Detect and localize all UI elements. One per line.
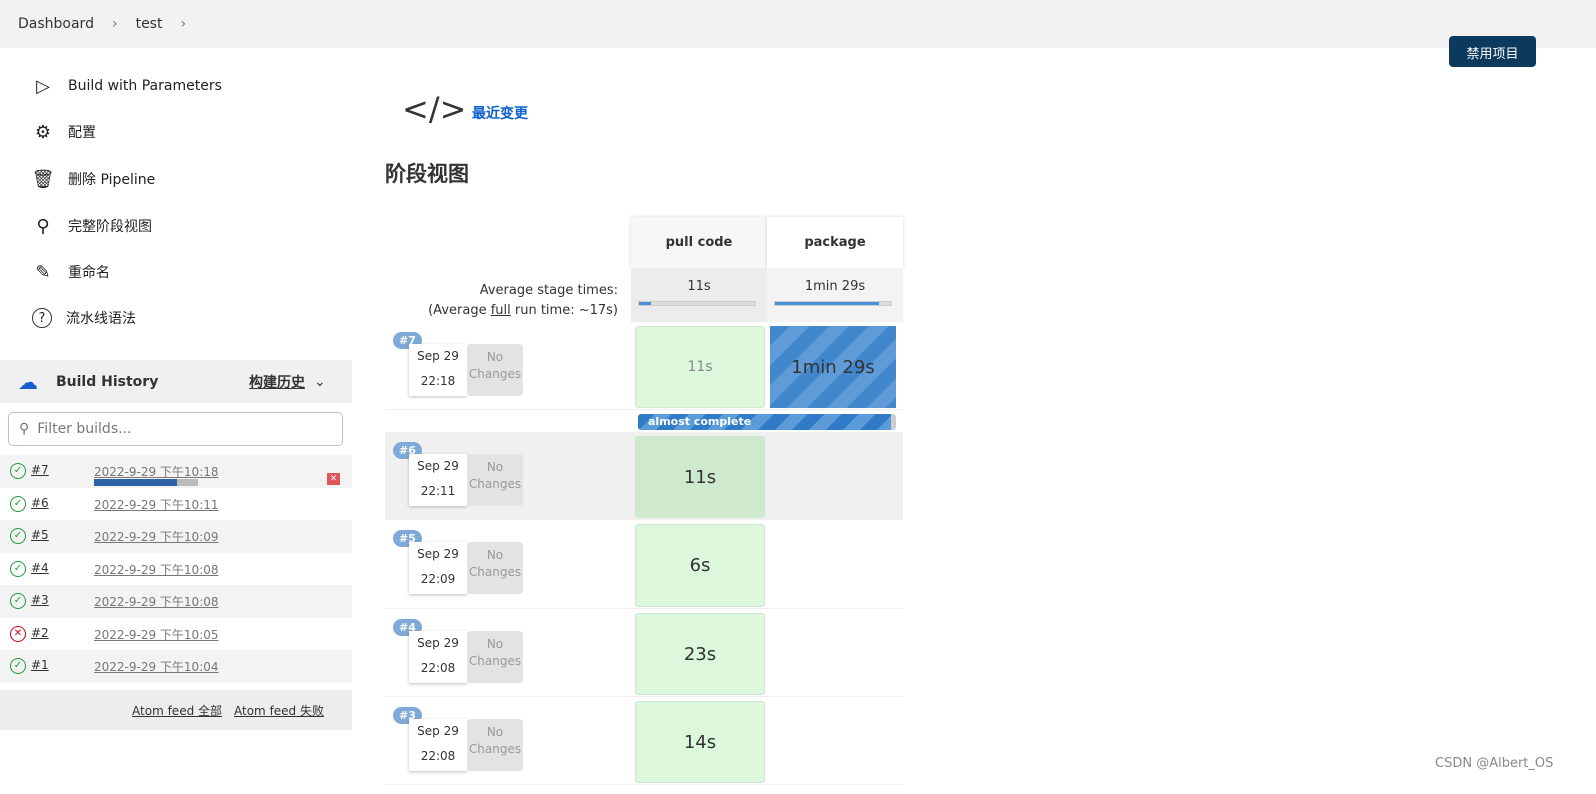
watermark: CSDN @Albert_OS xyxy=(1435,756,1554,771)
build-date-link[interactable]: 2022-9-29 下午10:18 xyxy=(94,463,219,480)
no-changes-box[interactable]: No Changes xyxy=(467,631,523,683)
no-changes-box[interactable]: No Changes xyxy=(467,454,523,506)
build-number-link[interactable]: #3 xyxy=(31,593,49,607)
build-history-header: ☁ Build History 构建历史 ⌄ xyxy=(0,360,352,403)
average-times-label: Average stage times: (Average full run ti… xyxy=(428,283,618,318)
stage-cell-running[interactable]: 1min 29s xyxy=(770,326,896,408)
sidebar-item-pipeline-syntax[interactable]: ? 流水线语法 xyxy=(32,308,136,328)
breadcrumb-test[interactable]: test xyxy=(136,16,163,32)
sidebar-item-build-with-parameters[interactable]: ▷ Build with Parameters xyxy=(32,75,222,97)
sidebar-item-full-stage-view[interactable]: ⚲ 完整阶段视图 xyxy=(32,215,152,237)
build-date: Sep 29 22:08 xyxy=(409,719,467,771)
success-icon: ✓ xyxy=(10,463,26,479)
build-number-link[interactable]: #4 xyxy=(31,561,49,575)
build-date-link[interactable]: 2022-9-29 下午10:04 xyxy=(94,658,219,675)
build-date-link[interactable]: 2022-9-29 下午10:11 xyxy=(94,496,219,513)
build-date-link[interactable]: 2022-9-29 下午10:08 xyxy=(94,593,219,610)
build-progress xyxy=(94,479,198,486)
breadcrumb: Dashboard › test › xyxy=(0,0,1596,48)
cancel-build-icon[interactable]: ✕ xyxy=(327,473,340,485)
feed-links: Atom feed 全部 Atom feed 失败 xyxy=(0,690,352,730)
stage-cell-pull-code[interactable]: 23s xyxy=(635,613,765,695)
build-row[interactable]: ✓ #5 2022-9-29 下午10:09 xyxy=(0,520,352,553)
code-icon: </> xyxy=(402,90,467,128)
sidebar-item-label: 配置 xyxy=(68,125,96,141)
filter-placeholder: Filter builds... xyxy=(37,421,132,437)
success-icon: ✓ xyxy=(10,593,26,609)
sidebar-item-label: 删除 Pipeline xyxy=(68,172,156,188)
no-changes-box[interactable]: No Changes xyxy=(467,542,523,594)
chevron-down-icon[interactable]: ⌄ xyxy=(314,374,326,390)
failed-icon: ✕ xyxy=(10,625,26,642)
chevron-right-icon[interactable]: › xyxy=(112,16,118,32)
build-row[interactable]: ✕ #2 2022-9-29 下午10:05 xyxy=(0,618,352,651)
build-date: Sep 29 22:18 xyxy=(409,344,467,396)
avg-time-package: 1min 29s xyxy=(767,268,903,322)
stage-cell-pull-code[interactable]: 11s xyxy=(635,326,765,408)
build-date: Sep 29 22:11 xyxy=(409,454,467,506)
sidebar-item-configure[interactable]: ⚙ 配置 xyxy=(32,121,96,143)
recent-changes-link[interactable]: 最近变更 xyxy=(472,103,528,123)
search-icon: ⚲ xyxy=(36,215,50,237)
sidebar-item-label: 重命名 xyxy=(68,265,110,281)
build-number-link[interactable]: #7 xyxy=(31,463,49,477)
help-icon: ? xyxy=(32,308,52,328)
success-icon: ✓ xyxy=(10,495,26,512)
success-icon: ✓ xyxy=(10,658,26,674)
build-date: Sep 29 22:08 xyxy=(409,631,467,683)
stage-cell-pull-code[interactable]: 14s xyxy=(635,701,765,783)
stage-cell-pull-code[interactable]: 6s xyxy=(635,524,765,607)
build-date-link[interactable]: 2022-9-29 下午10:09 xyxy=(94,528,219,545)
sidebar-item-label: 完整阶段视图 xyxy=(68,219,152,235)
build-row[interactable]: ✓ #1 2022-9-29 下午10:04 xyxy=(0,650,352,683)
chevron-right-icon[interactable]: › xyxy=(180,16,186,32)
gear-icon: ⚙ xyxy=(34,121,52,143)
build-number-link[interactable]: #6 xyxy=(31,496,49,510)
success-icon: ✓ xyxy=(10,528,26,544)
build-date-link[interactable]: 2022-9-29 下午10:08 xyxy=(94,561,219,578)
disable-project-button[interactable]: 禁用项目 xyxy=(1449,36,1536,67)
atom-feed-failed-link[interactable]: Atom feed 失败 xyxy=(234,702,324,719)
success-icon: ✓ xyxy=(10,560,26,577)
build-row[interactable]: ✓ #3 2022-9-29 下午10:08 xyxy=(0,585,352,618)
search-icon: ⚲ xyxy=(19,421,30,437)
no-changes-box[interactable]: No Changes xyxy=(467,344,523,396)
sidebar-item-rename[interactable]: ✎ 重命名 xyxy=(32,261,110,283)
weather-cloud-icon: ☁ xyxy=(18,369,38,394)
stage-header-pull-code: pull code xyxy=(631,217,767,268)
build-date-link[interactable]: 2022-9-29 下午10:05 xyxy=(94,626,219,643)
atom-feed-all-link[interactable]: Atom feed 全部 xyxy=(132,702,222,719)
filter-builds-input[interactable]: ⚲ Filter builds... xyxy=(8,412,343,446)
build-row[interactable]: ✓ #6 2022-9-29 下午10:11 xyxy=(0,488,352,521)
stage-view-title: 阶段视图 xyxy=(385,162,469,186)
pencil-icon: ✎ xyxy=(35,261,51,283)
build-number-link[interactable]: #5 xyxy=(31,528,49,542)
build-progress-bar: almost complete xyxy=(638,414,896,430)
build-number-link[interactable]: #2 xyxy=(31,626,49,640)
sidebar-item-label: Build with Parameters xyxy=(68,78,222,94)
stage-cell-pull-code[interactable]: 11s xyxy=(635,436,765,518)
build-date: Sep 29 22:09 xyxy=(409,542,467,594)
play-icon: ▷ xyxy=(36,75,50,97)
trash-icon: 🗑 xyxy=(31,168,55,190)
sidebar-item-delete[interactable]: 🗑 删除 Pipeline xyxy=(31,168,156,190)
build-row[interactable]: ✓ #7 2022-9-29 下午10:18 ✕ xyxy=(0,455,352,488)
breadcrumb-dashboard[interactable]: Dashboard xyxy=(18,16,94,32)
avg-time-pull-code: 11s xyxy=(631,268,767,322)
build-history-title: Build History xyxy=(56,373,159,390)
stage-header-package: package xyxy=(767,217,903,268)
sidebar-item-label: 流水线语法 xyxy=(66,311,136,327)
build-row[interactable]: ✓ #4 2022-9-29 下午10:08 xyxy=(0,553,352,586)
build-trend-link[interactable]: 构建历史 xyxy=(249,372,305,392)
no-changes-box[interactable]: No Changes xyxy=(467,719,523,771)
build-number-link[interactable]: #1 xyxy=(31,658,49,672)
